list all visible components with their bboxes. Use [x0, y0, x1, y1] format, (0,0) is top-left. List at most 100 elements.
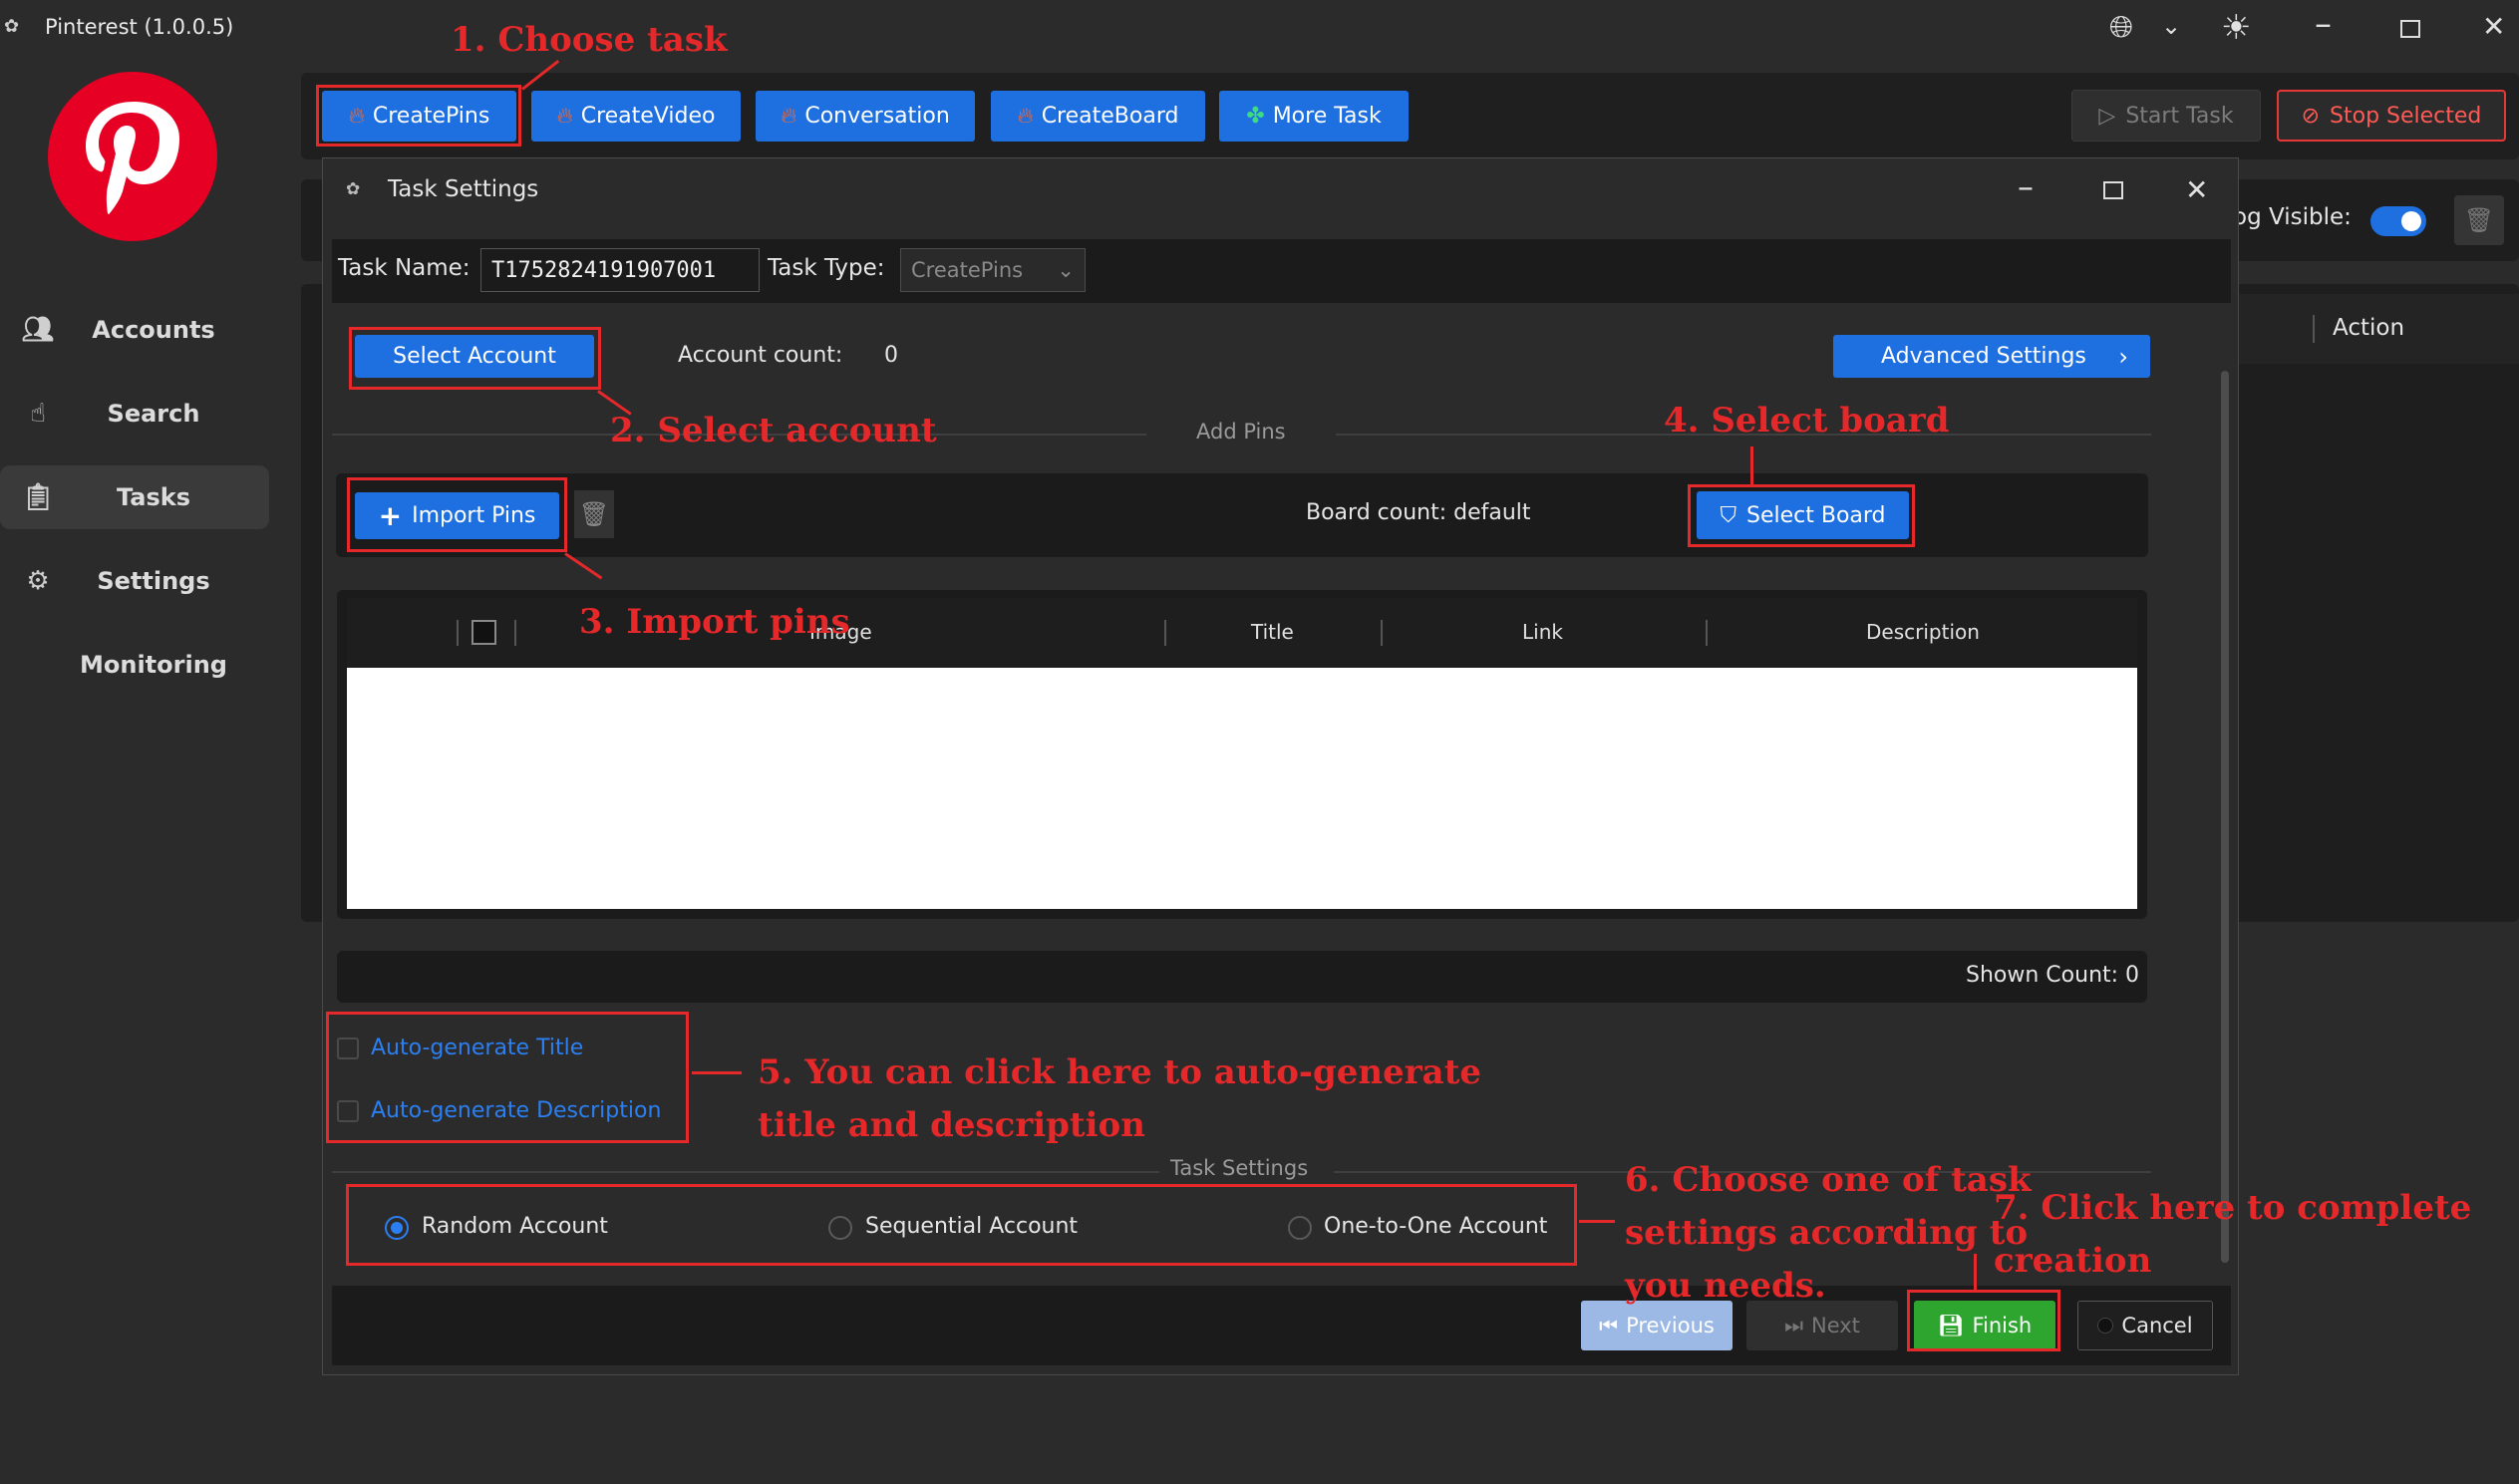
column-separator [2313, 315, 2315, 343]
action-column-header: Action [2333, 315, 2405, 341]
chevron-right-icon: › [2118, 342, 2128, 371]
globe-icon[interactable]: 🌐︎ [2109, 10, 2133, 45]
sidebar-item-tasks[interactable]: 📋︎ Tasks [0, 465, 269, 529]
annotation-box-finish [1907, 1290, 2060, 1351]
skip-forward-icon: ⏭︎ [1784, 1313, 1803, 1337]
cancel-dot-icon [2097, 1318, 2114, 1334]
task-createvideo-button[interactable]: 🔥︎ CreateVideo [531, 91, 741, 142]
task-settings-section-title: Task Settings [1170, 1156, 1309, 1180]
sidebar-item-label: Tasks [116, 483, 190, 511]
annotation-pointer [692, 1071, 742, 1074]
dialog-title: Task Settings [388, 176, 539, 202]
account-count-value: 0 [884, 343, 898, 368]
annotation-finish-line1: 7. Click here to complete [1994, 1188, 2472, 1228]
task-conversation-button[interactable]: 🔥︎ Conversation [756, 91, 975, 142]
annotation-box-task-settings [346, 1184, 1577, 1266]
annotation-task-settings-line3: you needs. [1625, 1266, 1826, 1306]
board-count-label: Board count: default [1306, 500, 1531, 525]
annotation-box-choose-task [316, 85, 521, 147]
task-name-input[interactable]: T1752824191907001 [480, 248, 760, 292]
gears-icon: ⚙ [26, 566, 50, 596]
sidebar-item-search[interactable]: ☝︎ Search [0, 382, 269, 445]
theme-sun-icon[interactable]: ☀ [2221, 8, 2251, 48]
add-pins-section-title: Add Pins [1196, 420, 1286, 444]
start-task-button[interactable]: ▷ Start Task [2071, 90, 2261, 142]
annotation-pointer [1974, 1254, 1977, 1290]
annotation-pointer [1579, 1220, 1615, 1223]
chevron-down-icon: ⌄ [1057, 258, 1075, 282]
maximize-icon[interactable] [2400, 20, 2420, 38]
skip-back-icon: ⏮︎ [1599, 1313, 1619, 1337]
dialog-app-icon: ✿ [346, 179, 361, 199]
users-icon: 👥︎ [21, 315, 55, 345]
column-separator [514, 620, 516, 646]
log-visible-toggle[interactable] [2370, 206, 2426, 236]
sidebar-item-monitoring[interactable]: Monitoring [0, 633, 269, 697]
trash-icon: 🗑︎ [578, 500, 610, 528]
window-title: Pinterest (1.0.0.5) [45, 15, 234, 39]
column-separator [1381, 620, 1383, 646]
hand-pointer-icon: ☝︎ [30, 399, 46, 429]
grid-icon: ✤ [1246, 104, 1265, 129]
column-separator [1706, 620, 1708, 646]
shown-count-bar [337, 951, 2147, 1003]
flame-icon: 🔥︎ [1017, 104, 1034, 129]
title-bar [0, 0, 2519, 58]
dialog-close-icon[interactable]: ✕ [2185, 173, 2208, 206]
stop-selected-button[interactable]: ⊘ Stop Selected [2277, 90, 2506, 142]
annotation-select-board: 4. Select board [1664, 401, 1950, 441]
column-separator [1164, 620, 1166, 646]
column-header-link[interactable]: Link [1522, 620, 1563, 644]
task-type-label: Task Type: [768, 255, 885, 281]
column-separator [457, 620, 459, 646]
log-visible-label: og Visible: [2233, 204, 2352, 230]
pinterest-logo [48, 72, 217, 241]
sidebar-item-label: Settings [97, 567, 210, 595]
delete-pins-button[interactable]: 🗑︎ [574, 490, 614, 538]
close-icon[interactable]: ✕ [2482, 10, 2505, 43]
annotation-finish-line2: creation [1994, 1241, 2152, 1281]
annotation-auto-generate-line1: 5. You can click here to auto-generate [758, 1052, 1482, 1092]
annotation-choose-task: 1. Choose task [451, 20, 728, 60]
dialog-scrollbar-thumb[interactable] [2221, 371, 2229, 1263]
annotation-pointer [1750, 446, 1753, 484]
sidebar-item-settings[interactable]: ⚙ Settings [0, 549, 269, 613]
sidebar-item-label: Monitoring [80, 651, 227, 679]
more-task-button[interactable]: ✤ More Task [1219, 91, 1409, 142]
annotation-box-auto-generate [326, 1012, 689, 1143]
annotation-box-import-pins [347, 477, 567, 552]
column-header-description[interactable]: Description [1866, 620, 1980, 644]
flame-icon: 🔥︎ [556, 104, 573, 129]
column-header-title[interactable]: Title [1251, 620, 1294, 644]
dialog-minimize-icon[interactable]: – [2018, 167, 2034, 205]
task-name-label: Task Name: [338, 255, 471, 281]
pinterest-logo-glyph [86, 102, 179, 214]
sidebar-item-label: Accounts [92, 316, 215, 344]
sidebar-item-accounts[interactable]: 👥︎ Accounts [0, 298, 269, 362]
select-all-checkbox[interactable] [472, 620, 496, 645]
annotation-select-account: 2. Select account [610, 411, 937, 450]
advanced-settings-button[interactable]: Advanced Settings › [1833, 335, 2150, 378]
sidebar-item-label: Search [107, 400, 200, 428]
annotation-box-select-account [349, 327, 601, 390]
flame-icon: 🔥︎ [781, 104, 797, 129]
clear-log-button[interactable]: 🗑︎ [2454, 195, 2504, 245]
account-count-label: Account count: [678, 343, 843, 368]
shown-count-label: Shown Count: 0 [1966, 963, 2140, 988]
app-icon: ✿ [4, 16, 20, 37]
annotation-import-pins: 3. Import pins [579, 602, 850, 642]
section-divider [332, 1171, 1159, 1173]
dialog-maximize-icon[interactable] [2103, 181, 2123, 199]
task-type-select[interactable]: CreatePins ⌄ [900, 248, 1086, 292]
chevron-down-icon[interactable]: ⌄ [2161, 12, 2181, 40]
task-createboard-button[interactable]: 🔥︎ CreateBoard [991, 91, 1205, 142]
pins-table-body [347, 668, 2137, 909]
annotation-box-select-board [1688, 484, 1915, 547]
play-circle-icon: ▷ [2098, 103, 2116, 129]
clipboard-check-icon: 📋︎ [21, 482, 55, 512]
annotation-task-settings-line1: 6. Choose one of task [1625, 1160, 2032, 1200]
trash-icon: 🗑︎ [2463, 206, 2495, 234]
ban-icon: ⊘ [2301, 103, 2321, 129]
cancel-button[interactable]: Cancel [2077, 1301, 2213, 1350]
minimize-icon[interactable]: – [2315, 4, 2332, 44]
